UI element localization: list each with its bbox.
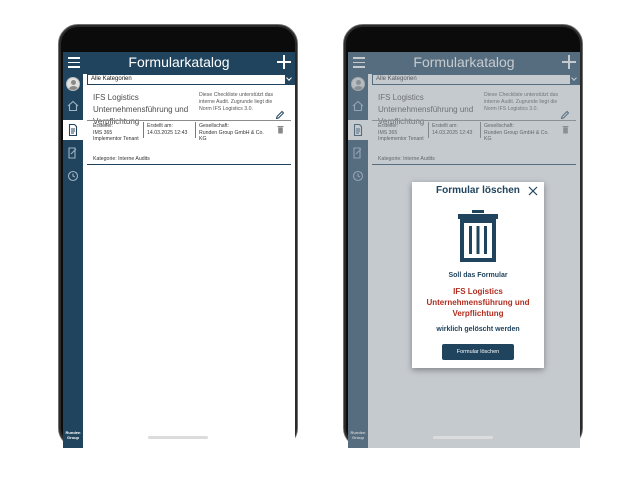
app-screen-left: Formularkatalog Runden Group Alle Katego…: [63, 52, 295, 448]
trash-icon: [458, 210, 498, 262]
category-dropdown[interactable]: Alle Kategorien: [87, 74, 295, 85]
column-divider: [143, 122, 144, 138]
forms-icon[interactable]: [63, 120, 83, 140]
add-form-icon[interactable]: [277, 55, 291, 69]
form-description: Diese Checkliste unterstützt das interne…: [199, 92, 274, 112]
delete-dialog: Formular löschen Soll das Formular IFS L…: [412, 182, 544, 368]
edit-pencil-icon[interactable]: [275, 110, 285, 120]
card-divider: [87, 120, 291, 121]
home-indicator[interactable]: [148, 436, 208, 439]
delete-form-button[interactable]: Formular löschen: [442, 344, 514, 360]
top-bar: Formularkatalog: [63, 52, 295, 74]
delete-trash-icon[interactable]: [277, 125, 284, 134]
company-logo: Runden Group: [65, 430, 81, 440]
company-block: Gesellschaft: Runden Group GmbH & Co. KG: [199, 123, 271, 143]
card-bottom-line: [87, 164, 291, 165]
chevron-down-icon[interactable]: [285, 75, 294, 84]
category-dropdown-value: Alle Kategorien: [91, 76, 132, 82]
page-title: Formularkatalog: [128, 54, 230, 70]
company-value: Runden Group GmbH & Co. KG: [199, 129, 264, 143]
dialog-question-start: Soll das Formular: [448, 272, 508, 279]
dialog-question-end: wirklich gelöscht werden: [436, 326, 520, 333]
dialog-form-name: IFS Logistics Unternehmensführung und Ve…: [426, 287, 530, 318]
home-icon[interactable]: [63, 96, 83, 116]
phone-frame-right: Formularkatalog Runden Group Alle Katego…: [343, 24, 583, 448]
form-card[interactable]: IFS Logistics Unternehmensführung und Ve…: [87, 88, 291, 165]
form-category: Kategorie: Interne Audits: [93, 156, 150, 162]
created-value: 14.03.2025 12:43: [147, 129, 188, 136]
column-divider: [195, 122, 196, 138]
app-screen-right: Formularkatalog Runden Group Alle Katego…: [348, 52, 580, 448]
form-edit-icon[interactable]: [63, 143, 83, 163]
sidebar: Runden Group: [63, 74, 83, 448]
home-indicator[interactable]: [433, 436, 493, 439]
dialog-title: Formular löschen: [436, 185, 520, 196]
phone-frame-left: Formularkatalog Runden Group Alle Katego…: [58, 24, 298, 448]
created-block: Erstellt am: 14.03.2025 12:43: [147, 123, 197, 136]
creator-block: Ersteller: IMS 365 Implementor Tenant: [93, 123, 139, 150]
close-icon[interactable]: [528, 186, 538, 196]
history-icon[interactable]: [63, 166, 83, 186]
avatar[interactable]: [66, 77, 80, 91]
creator-value: IMS 365 Implementor Tenant: [93, 129, 139, 143]
